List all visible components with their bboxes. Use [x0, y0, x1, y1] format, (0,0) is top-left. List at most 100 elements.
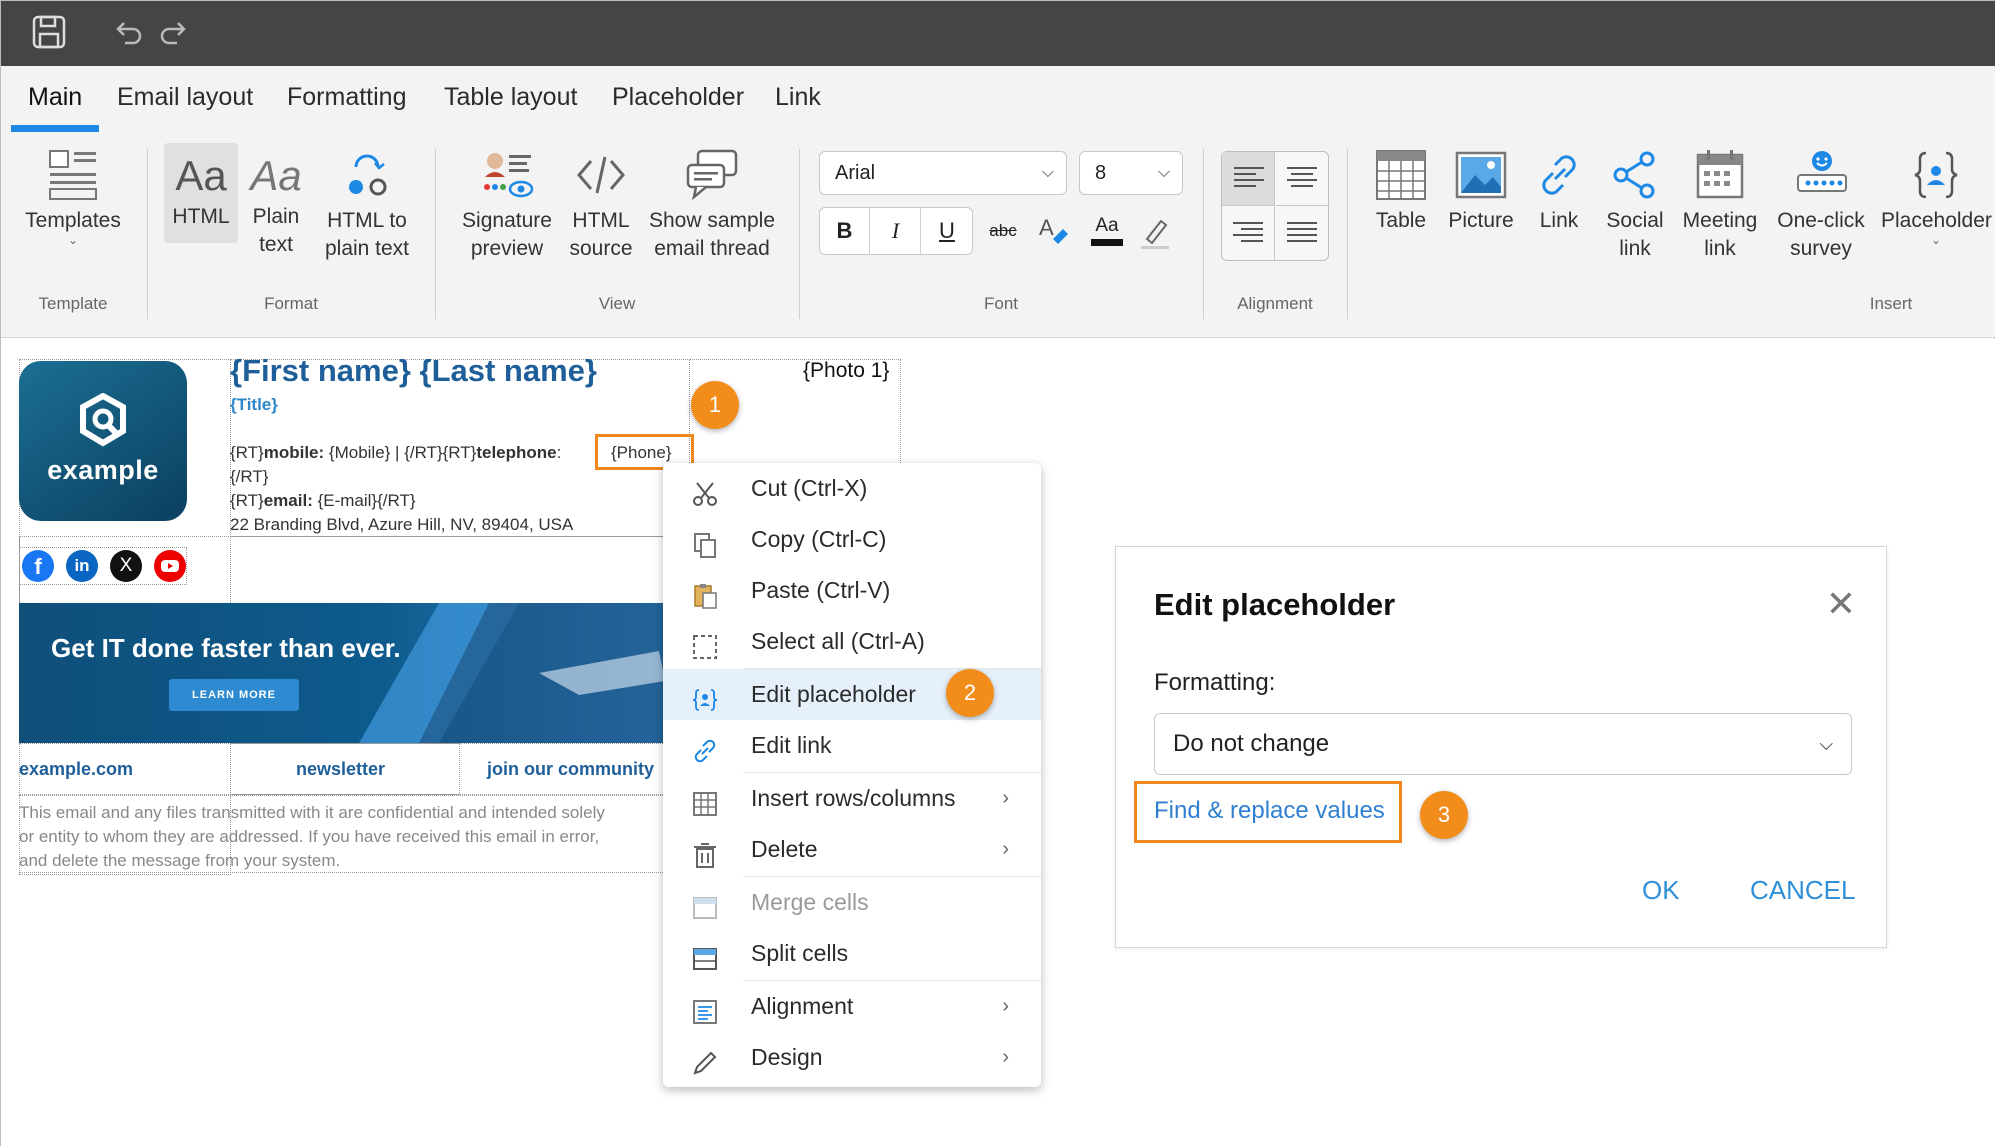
tab-email-layout[interactable]: Email layout	[117, 66, 253, 133]
insert-picture-button[interactable]: Picture	[1441, 147, 1521, 235]
address-text[interactable]: 22 Branding Blvd, Azure Hill, NV, 89404,…	[230, 513, 573, 537]
website-link[interactable]: example.com	[19, 759, 133, 780]
insert-table-button[interactable]: Table	[1365, 147, 1437, 235]
html-to-plain-icon	[349, 154, 387, 196]
ok-button[interactable]: OK	[1642, 875, 1680, 906]
align-justify-button[interactable]	[1276, 207, 1329, 261]
menu-item-edit-link[interactable]: Edit link	[663, 720, 1041, 771]
email-placeholder[interactable]: {E-mail}{/RT}	[313, 491, 416, 510]
dialog-title: Edit placeholder	[1154, 587, 1396, 622]
ribbon-tabs: Main Email layout Formatting Table layou…	[1, 66, 1995, 133]
clear-format-button[interactable]: A	[1037, 213, 1073, 249]
copy-icon	[691, 526, 719, 558]
menu-item-label: Alignment	[751, 993, 854, 1019]
table-icon	[691, 785, 719, 816]
tab-table-layout[interactable]: Table layout	[444, 66, 577, 133]
share-icon	[1613, 151, 1655, 199]
menu-item-select-all[interactable]: Select all (Ctrl-A)	[663, 616, 1041, 667]
colon: :	[556, 443, 562, 462]
table-icon	[1376, 150, 1426, 200]
scissors-icon	[691, 475, 719, 506]
menu-item-label: Edit placeholder	[751, 681, 916, 707]
strikethrough-button[interactable]: abc	[985, 221, 1021, 241]
picture-label: Picture	[1448, 209, 1514, 232]
align-right-button[interactable]	[1222, 207, 1275, 261]
tab-placeholder[interactable]: Placeholder	[612, 66, 744, 133]
title-placeholder[interactable]: {Title}	[230, 395, 278, 415]
youtube-icon[interactable]	[154, 550, 186, 582]
menu-item-cut[interactable]: Cut (Ctrl-X)	[663, 463, 1041, 514]
font-color-button[interactable]: Aa	[1089, 215, 1125, 255]
tab-main[interactable]: Main	[28, 66, 82, 133]
insert-social-link-button[interactable]: Social link	[1599, 147, 1671, 263]
show-sample-email-button[interactable]: Show sample email thread	[647, 147, 777, 263]
align-left-button[interactable]	[1222, 152, 1275, 206]
menu-item-copy[interactable]: Copy (Ctrl-C)	[663, 514, 1041, 565]
tab-formatting[interactable]: Formatting	[287, 66, 406, 133]
menu-item-alignment[interactable]: Alignment ›	[663, 981, 1041, 1032]
italic-button[interactable]: I	[871, 208, 921, 254]
find-replace-highlight	[1134, 781, 1402, 843]
community-link[interactable]: join our community	[487, 759, 654, 780]
promo-banner[interactable]: Get IT done faster than ever. LEARN MORE	[19, 603, 665, 743]
tab-link[interactable]: Link	[775, 66, 821, 133]
menu-item-label: Split cells	[751, 940, 849, 966]
rt-tag: {RT}	[230, 443, 264, 462]
email-label: email:	[263, 491, 313, 510]
insert-meeting-link-button[interactable]: Meeting link	[1673, 147, 1767, 263]
insert-link-button[interactable]: Link	[1523, 147, 1595, 235]
redo-icon[interactable]	[159, 19, 189, 50]
signature-editor[interactable]: example {First name} {Last name} {Title}…	[1, 339, 1995, 1146]
mobile-placeholder[interactable]: {Mobile} | {/RT}{RT}	[324, 443, 476, 462]
active-tab-indicator	[11, 125, 99, 132]
html-icon: Aa	[175, 152, 227, 199]
newsletter-link[interactable]: newsletter	[296, 759, 385, 780]
learn-more-button[interactable]: LEARN MORE	[169, 679, 299, 711]
undo-icon[interactable]	[113, 19, 143, 50]
font-size-dropdown[interactable]: 8 ⌵	[1079, 151, 1183, 195]
menu-item-insert-rows-columns[interactable]: Insert rows/columns ›	[663, 773, 1041, 824]
highlight-button[interactable]	[1139, 215, 1175, 255]
align-center-icon	[1287, 167, 1317, 187]
font-size-value: 8	[1095, 162, 1107, 184]
html-to-plain-button[interactable]: HTML to plain text	[317, 147, 417, 263]
link-icon	[691, 732, 719, 763]
align-center-button[interactable]	[1276, 152, 1329, 206]
underline-button[interactable]: U	[922, 208, 972, 254]
placeholder-icon	[1914, 151, 1958, 199]
photo-placeholder[interactable]: {Photo 1}	[803, 359, 889, 383]
disclaimer-line: and delete the message from your system.	[19, 851, 341, 870]
signature-preview-icon	[484, 153, 534, 198]
formatting-select[interactable]: Do not change ⌵	[1154, 713, 1852, 775]
insert-survey-button[interactable]: One-click survey	[1771, 147, 1873, 263]
font-name-dropdown[interactable]: Arial ⌵	[819, 151, 1067, 195]
save-icon[interactable]	[31, 14, 67, 55]
chevron-right-icon: ›	[1002, 1046, 1009, 1068]
plain-text-button[interactable]: Aa Plain text	[241, 143, 311, 259]
placeholder-icon	[691, 681, 719, 711]
linkedin-icon[interactable]: in	[66, 550, 98, 582]
svg-text:A: A	[1039, 215, 1054, 240]
divider	[1347, 149, 1348, 319]
full-name-placeholder[interactable]: {First name} {Last name}	[230, 353, 597, 389]
font-name-value: Arial	[835, 162, 876, 184]
font-color-swatch	[1091, 239, 1123, 246]
html-format-button[interactable]: Aa HTML	[164, 143, 238, 243]
menu-item-paste[interactable]: Paste (Ctrl-V)	[663, 565, 1041, 616]
insert-placeholder-button[interactable]: Placeholder ⌄	[1881, 147, 1992, 246]
menu-item-split-cells[interactable]: Split cells	[663, 928, 1041, 979]
formatting-label: Formatting:	[1154, 669, 1276, 696]
link-label: Link	[1539, 209, 1579, 232]
close-icon[interactable]: ✕	[1826, 583, 1856, 625]
align-right-icon	[1233, 222, 1263, 242]
signature-preview-button[interactable]: Signature preview	[457, 147, 557, 263]
cancel-button[interactable]: CANCEL	[1750, 875, 1855, 906]
facebook-icon[interactable]: f	[22, 550, 54, 582]
x-icon[interactable]: X	[110, 550, 142, 582]
bold-button[interactable]: B	[820, 208, 870, 254]
templates-button[interactable]: Templates ⌄	[19, 147, 127, 246]
menu-item-design[interactable]: Design ›	[663, 1032, 1041, 1083]
html-source-button[interactable]: HTML source	[565, 147, 637, 263]
menu-item-delete[interactable]: Delete ›	[663, 824, 1041, 875]
logo-text: example	[47, 455, 159, 485]
